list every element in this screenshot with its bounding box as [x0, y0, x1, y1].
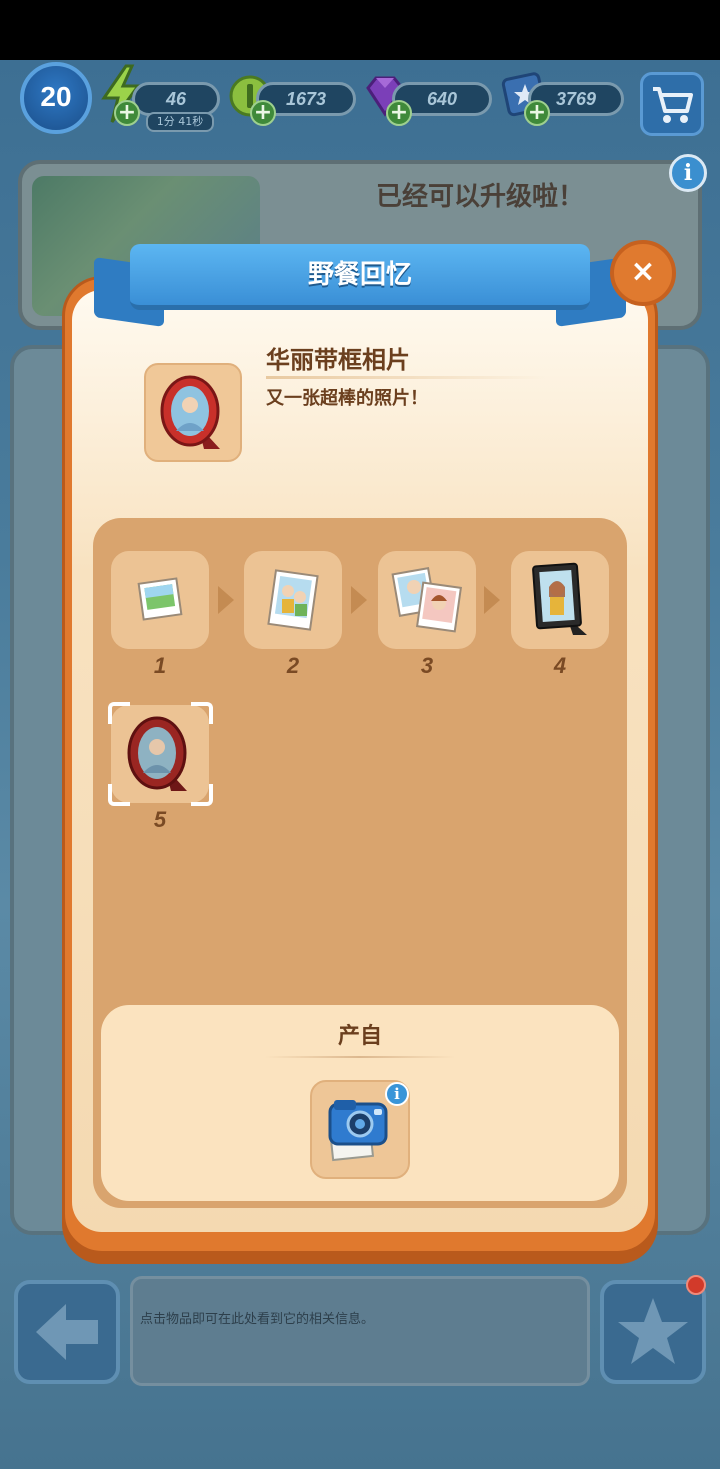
- energy-counter: 46: [132, 82, 220, 116]
- back-button[interactable]: [14, 1280, 120, 1384]
- status-bar: [0, 0, 720, 60]
- source-title: 产自: [337, 1024, 382, 1049]
- shop-cart-button[interactable]: [640, 72, 704, 136]
- item-divider: [266, 376, 546, 379]
- source-info-icon[interactable]: i: [385, 1082, 409, 1106]
- selection-corner-tr: [191, 702, 213, 724]
- chain-arrow-icon: [351, 586, 367, 614]
- energy-timer: 1分 41秒: [146, 112, 214, 132]
- selection-corner-br: [191, 784, 213, 806]
- item-name: 华丽带框相片: [266, 346, 410, 374]
- favorites-button[interactable]: [600, 1280, 706, 1384]
- chain-arrow-icon: [218, 586, 234, 614]
- chain-item-4[interactable]: [511, 551, 609, 649]
- selected-item-tile: [144, 363, 242, 462]
- chain-level-2: 2: [286, 653, 300, 678]
- player-level-badge[interactable]: 20: [20, 62, 92, 134]
- chain-item-1[interactable]: [111, 551, 209, 649]
- source-divider: [265, 1056, 455, 1058]
- cart-icon: [653, 87, 693, 123]
- hint-text: 点击物品即可在此处看到它的相关信息。: [140, 1312, 375, 1327]
- chain-item-2[interactable]: [244, 551, 342, 649]
- couple-photo-icon: [267, 569, 319, 631]
- chain-item-3[interactable]: [378, 551, 476, 649]
- chain-arrow-icon: [484, 586, 500, 614]
- selection-corner-bl: [108, 784, 130, 806]
- round-red-frame-icon: [160, 375, 220, 449]
- photo-stack-icon: [391, 567, 463, 633]
- black-frame-photo-icon: [532, 562, 587, 635]
- chain-level-1: 1: [153, 653, 167, 678]
- star-add-button[interactable]: +: [524, 100, 550, 126]
- coin-add-button[interactable]: +: [250, 100, 276, 126]
- energy-add-button[interactable]: +: [114, 100, 140, 126]
- chain-level-3: 3: [420, 653, 434, 678]
- gem-add-button[interactable]: +: [386, 100, 412, 126]
- chain-level-4: 4: [553, 653, 567, 678]
- modal-title: 野餐回忆: [130, 244, 590, 310]
- item-description: 又一张超棒的照片！: [266, 388, 428, 409]
- upgrade-text: 已经可以升级啦！: [375, 182, 584, 212]
- close-button[interactable]: ×: [610, 240, 676, 306]
- notification-dot: [686, 1275, 706, 1295]
- star-icon: [618, 1298, 688, 1364]
- chain-level-5: 5: [153, 807, 167, 832]
- left-arrow-icon: [36, 1304, 98, 1360]
- selection-corner-tl: [108, 702, 130, 724]
- banner-info-icon[interactable]: i: [669, 154, 707, 192]
- info-hint-box: [130, 1276, 590, 1386]
- photo-icon: [137, 577, 183, 621]
